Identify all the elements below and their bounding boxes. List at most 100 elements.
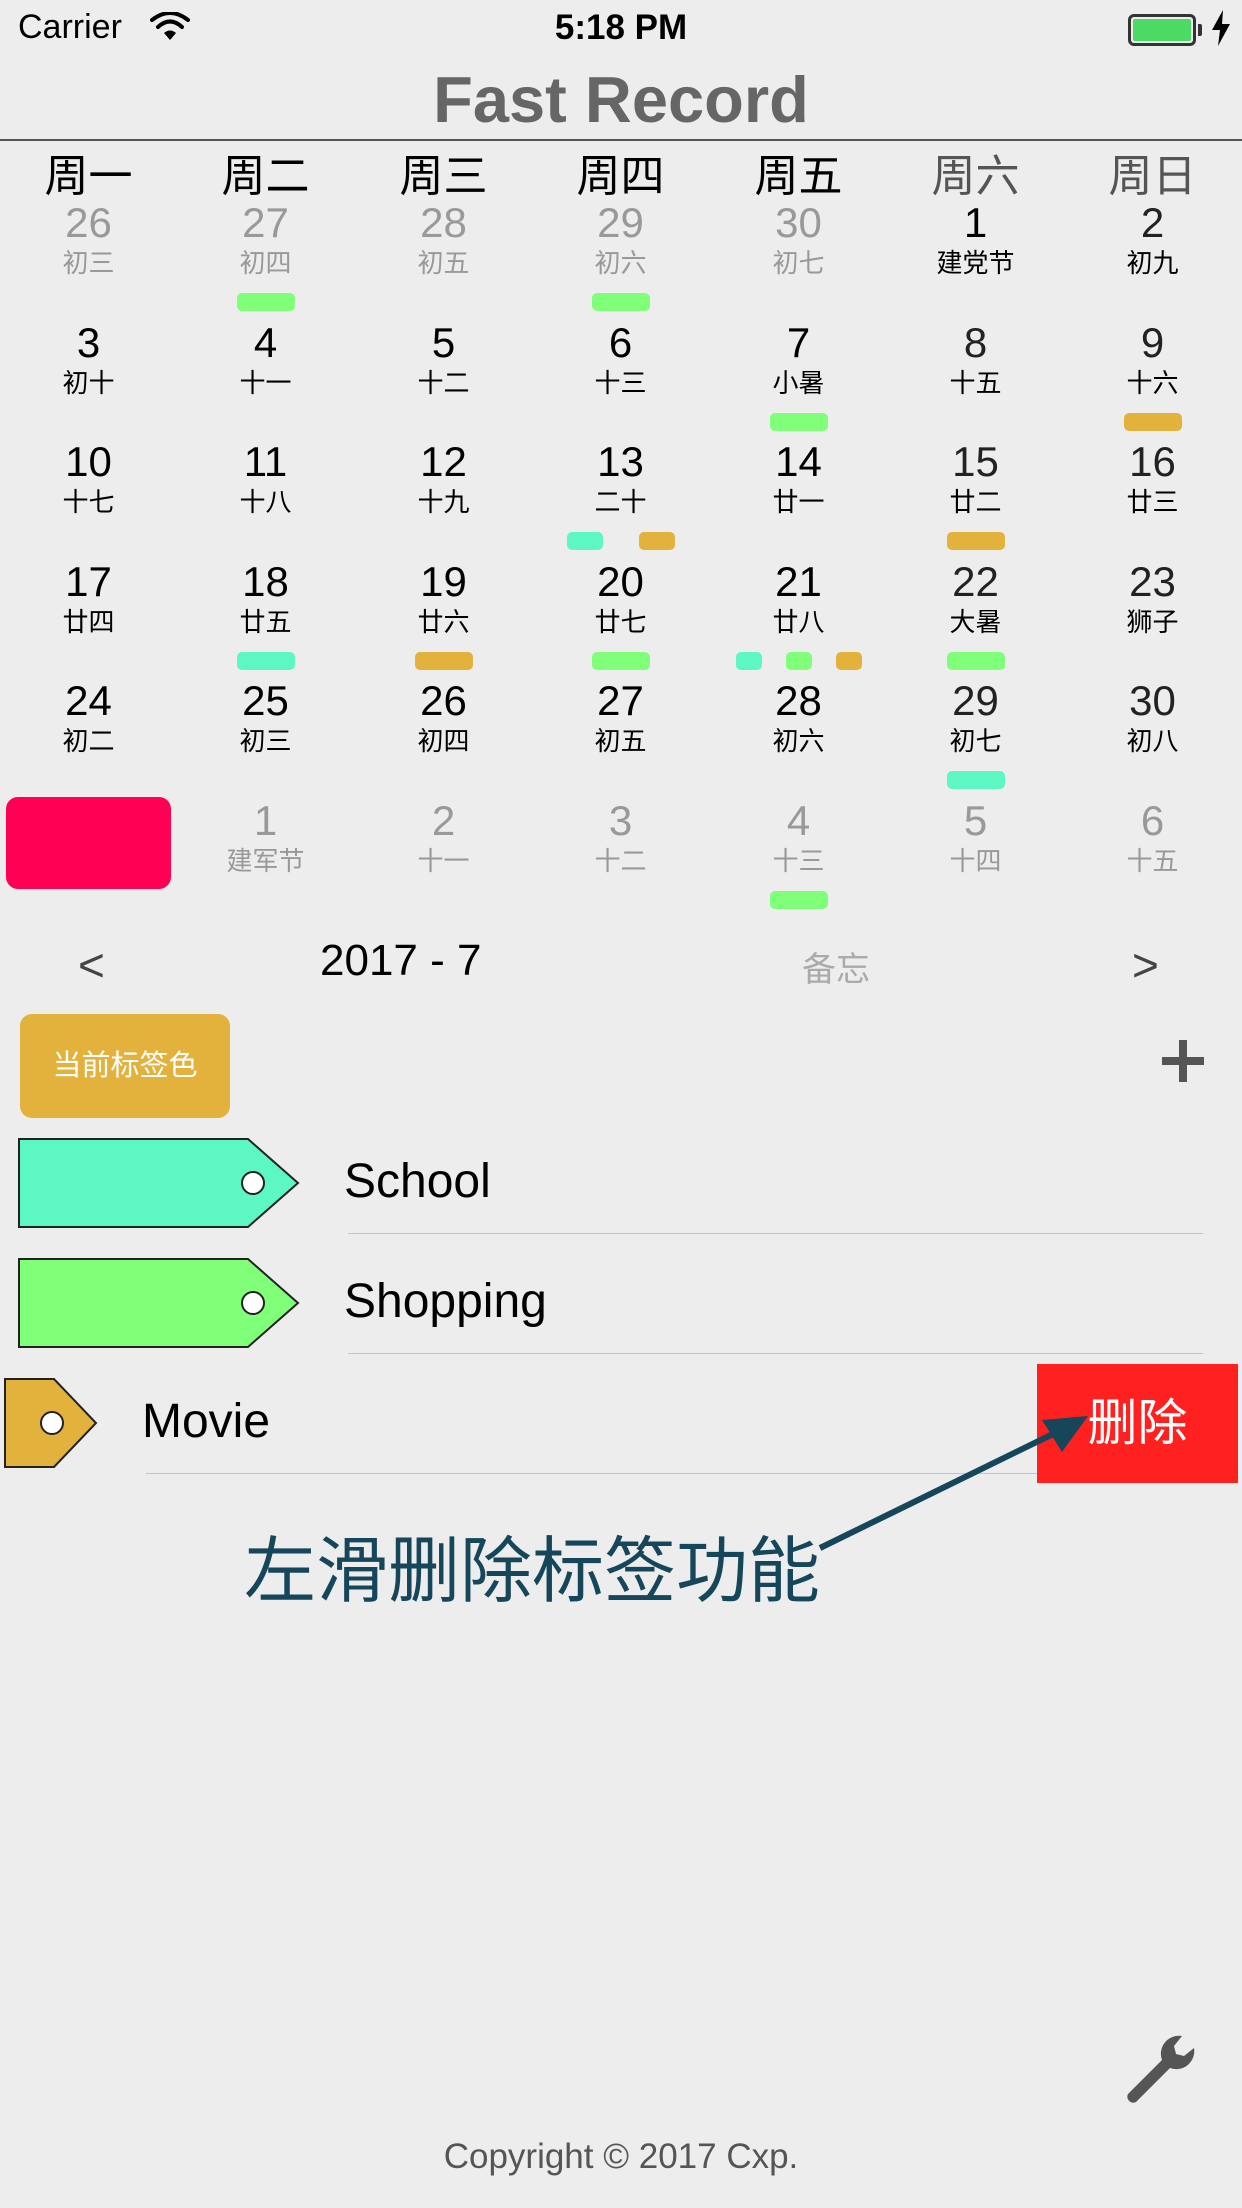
calendar-day[interactable]: 2 十一 [355, 798, 532, 918]
lunar-date: 初二 [62, 726, 115, 756]
calendar-day[interactable]: 2 初九 [1064, 200, 1241, 320]
day-number: 10 [65, 438, 112, 485]
lunar-date: 狮子 [1126, 607, 1179, 637]
lunar-date: 初九 [1126, 248, 1179, 278]
calendar-day[interactable]: 29 初七 [887, 678, 1064, 798]
calendar-day[interactable]: 24 初二 [0, 678, 177, 798]
calendar-day[interactable]: 12 十九 [355, 439, 532, 559]
day-number: 2 [431, 797, 456, 844]
current-tag-color-button[interactable]: 当前标签色 [20, 1014, 230, 1118]
day-number: 16 [1129, 438, 1176, 485]
tag-marker [947, 532, 1005, 550]
lunar-date: 廿一 [772, 487, 825, 517]
calendar-day[interactable]: 5 十四 [887, 798, 1064, 918]
tag-marker [786, 652, 812, 670]
battery-nub [1198, 24, 1202, 36]
calendar-day[interactable]: 26 初三 [0, 200, 177, 320]
calendar-day[interactable]: 10 十七 [0, 439, 177, 559]
calendar-day[interactable]: 7 小暑 [710, 320, 887, 440]
day-number: 15 [952, 438, 999, 485]
tag-marker [736, 652, 762, 670]
calendar-day[interactable]: 20 廿七 [532, 559, 709, 679]
calendar-day[interactable]: 28 初五 [355, 200, 532, 320]
calendar-day[interactable]: 18 廿五 [177, 559, 354, 679]
month-label: 2017 - 7 [320, 936, 482, 985]
calendar-day[interactable]: 9 十六 [1064, 320, 1241, 440]
day-number: 17 [65, 558, 112, 605]
calendar-day[interactable]: 15 廿二 [887, 439, 1064, 559]
calendar-day[interactable]: 19 廿六 [355, 559, 532, 679]
lunar-date: 大暑 [949, 607, 1002, 637]
prev-month-button[interactable]: < [78, 938, 105, 992]
tag-label: Shopping [344, 1275, 547, 1328]
weekday-header: 周三 [399, 152, 488, 201]
calendar-day[interactable]: 8 十五 [887, 320, 1064, 440]
calendar-day[interactable]: 27 初五 [532, 678, 709, 798]
day-number: 7 [786, 319, 811, 366]
day-number: 9 [1140, 319, 1165, 366]
calendar-day[interactable]: 6 十三 [532, 320, 709, 440]
wrench-icon[interactable] [1120, 2030, 1200, 2110]
calendar-day[interactable]: 14 廿一 [710, 439, 887, 559]
calendar-day[interactable]: 21 廿八 [710, 559, 887, 679]
calendar-day[interactable]: 17 廿四 [0, 559, 177, 679]
day-number: 27 [242, 199, 289, 246]
copyright-text: Copyright © 2017 Cxp. [443, 2137, 799, 2176]
calendar-day[interactable]: 30 初八 [1064, 678, 1241, 798]
calendar-day[interactable]: 30 初七 [710, 200, 887, 320]
lunar-date: 十一 [239, 368, 292, 398]
day-number: 2 [1140, 199, 1165, 246]
calendar-day[interactable]: 1 建军节 [177, 798, 354, 918]
calendar-day[interactable]: 4 十一 [177, 320, 354, 440]
charging-icon [1212, 10, 1230, 46]
plus-icon[interactable] [1160, 1038, 1206, 1084]
calendar-day[interactable]: 1 建党节 [887, 200, 1064, 320]
lunar-date: 十九 [417, 487, 470, 517]
day-number: 1 [963, 199, 988, 246]
day-number: 30 [775, 199, 822, 246]
day-number: 30 [1129, 677, 1176, 724]
calendar-day[interactable]: 4 十三 [710, 798, 887, 918]
lunar-date: 十一 [417, 846, 470, 876]
calendar-day[interactable]: 6 十五 [1064, 798, 1241, 918]
calendar-day[interactable]: 23 狮子 [1064, 559, 1241, 679]
lunar-date: 初八 [1126, 726, 1179, 756]
tag-icon [18, 1138, 300, 1228]
lunar-date: 廿六 [417, 607, 470, 637]
calendar-day[interactable]: 3 初十 [0, 320, 177, 440]
calendar-day[interactable]: 28 初六 [710, 678, 887, 798]
calendar-day[interactable]: 11 十八 [177, 439, 354, 559]
lunar-date: 廿五 [239, 607, 292, 637]
day-number: 26 [420, 677, 467, 724]
calendar-day[interactable]: 22 大暑 [887, 559, 1064, 679]
row-divider [348, 1233, 1203, 1234]
calendar-day[interactable]: 13 二十 [532, 439, 709, 559]
lunar-date: 廿四 [62, 607, 115, 637]
lunar-date: 廿八 [772, 607, 825, 637]
lunar-date: 十二 [417, 368, 470, 398]
app-title: Fast Record [433, 63, 809, 136]
day-number: 6 [1140, 797, 1165, 844]
lunar-date: 十七 [62, 487, 115, 517]
calendar-day[interactable]: 26 初四 [355, 678, 532, 798]
tag-row-school[interactable]: School [0, 1130, 1242, 1250]
battery-icon [1128, 14, 1196, 46]
day-number: 5 [431, 319, 456, 366]
day-number: 22 [952, 558, 999, 605]
tag-row-shopping[interactable]: Shopping [0, 1250, 1242, 1370]
calendar-day[interactable]: 29 初六 [532, 200, 709, 320]
calendar-day[interactable]: 25 初三 [177, 678, 354, 798]
row-divider [348, 1353, 1203, 1354]
tag-marker [947, 771, 1005, 789]
memo-button[interactable]: 备忘 [802, 942, 870, 991]
calendar-day[interactable]: 16 廿三 [1064, 439, 1241, 559]
calendar-day[interactable]: 5 十二 [355, 320, 532, 440]
calendar-day[interactable]: 27 初四 [177, 200, 354, 320]
day-number: 8 [963, 319, 988, 366]
day-number: 29 [597, 199, 644, 246]
next-month-button[interactable]: > [1132, 938, 1159, 992]
day-number: 26 [65, 199, 112, 246]
annotation-text: 左滑删除标签功能 [244, 1532, 821, 1612]
day-number: 23 [1129, 558, 1176, 605]
calendar-day[interactable]: 3 十二 [532, 798, 709, 918]
